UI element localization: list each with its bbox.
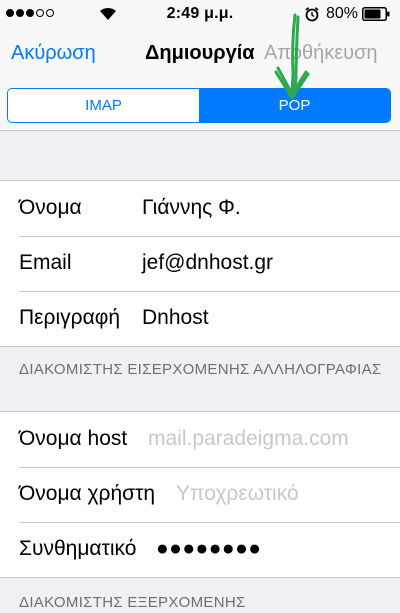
outgoing-server-header: ΔΙΑΚΟΜΙΣΤΗΣ ΕΞΕΡΧΟΜΕΝΗΣ xyxy=(19,594,246,611)
host-row[interactable]: Όνομα host mail.paradeigma.com xyxy=(0,412,400,467)
battery-percent: 80% xyxy=(326,5,359,22)
host-label: Όνομα host xyxy=(19,427,128,450)
name-label: Όνομα xyxy=(19,196,82,219)
username-input[interactable]: Υποχρεωτικό xyxy=(176,482,299,506)
page-title: Δημιουργία xyxy=(145,42,255,64)
host-input[interactable]: mail.paradeigma.com xyxy=(148,427,349,451)
username-label: Όνομα χρήστη xyxy=(19,482,156,505)
name-field[interactable]: Γιάννης Φ. xyxy=(142,196,241,220)
battery-icon xyxy=(362,7,390,21)
incoming-server-header: ΔΙΑΚΟΜΙΣΤΗΣ ΕΙΣΕΡΧΟΜΕΝΗΣ ΑΛΛΗΛΟΓΡΑΦΙΑΣ xyxy=(19,361,382,378)
description-field[interactable]: Dnhost xyxy=(142,306,209,330)
account-type-bar: IMAP POP xyxy=(0,80,400,131)
segment-imap[interactable]: IMAP xyxy=(8,89,199,122)
account-info-group: Όνομα Γιάννης Φ. Email jef@dnhost.gr Περ… xyxy=(0,180,400,347)
description-label: Περιγραφή xyxy=(19,306,121,329)
password-input[interactable]: ●●●●●●●● xyxy=(156,537,261,561)
email-label: Email xyxy=(19,251,72,274)
incoming-server-group: Όνομα host mail.paradeigma.com Όνομα χρή… xyxy=(0,411,400,578)
navigation-bar: Ακύρωση Δημιουργία Αποθήκευση xyxy=(0,28,400,80)
cancel-button[interactable]: Ακύρωση xyxy=(11,42,96,65)
account-type-segmented-control: IMAP POP xyxy=(7,88,391,123)
email-row[interactable]: Email jef@dnhost.gr xyxy=(0,236,400,291)
annotation-arrow-icon xyxy=(274,13,310,100)
password-row[interactable]: Συνθηματικό ●●●●●●●● xyxy=(0,522,400,577)
status-bar: 2:49 μ.μ. 80% xyxy=(0,0,400,28)
email-field[interactable]: jef@dnhost.gr xyxy=(142,251,273,275)
password-label: Συνθηματικό xyxy=(19,537,137,560)
description-row[interactable]: Περιγραφή Dnhost xyxy=(0,291,400,346)
username-row[interactable]: Όνομα χρήστη Υποχρεωτικό xyxy=(0,467,400,522)
name-row[interactable]: Όνομα Γιάννης Φ. xyxy=(0,181,400,236)
